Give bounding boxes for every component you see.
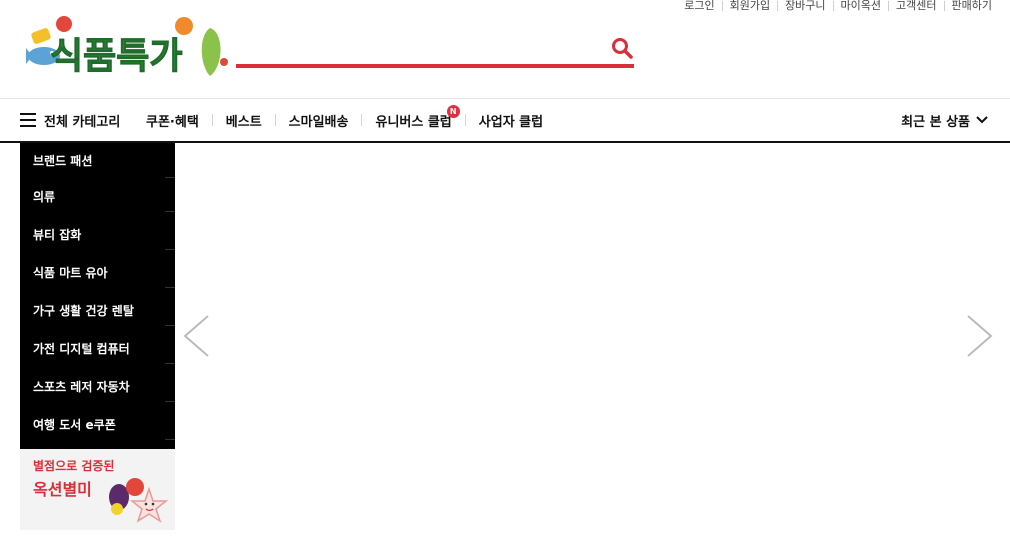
login-link[interactable]: 로그인 — [684, 0, 714, 12]
nav-business-club[interactable]: 사업자 클럽 — [479, 111, 543, 130]
carousel-prev-button[interactable] — [182, 315, 210, 361]
main-nav: 전체 카테고리 쿠폰·혜택 베스트 스마일배송 유니버스 클럽 N 사업자 클럽… — [0, 99, 1010, 143]
recently-viewed-label: 최근 본 상품 — [901, 114, 970, 130]
search-button[interactable] — [610, 36, 634, 60]
sell-link[interactable]: 판매하기 — [952, 0, 992, 12]
logo-text: 식품특가 — [50, 36, 182, 77]
carousel-next-button[interactable] — [966, 315, 994, 361]
divider — [777, 1, 779, 11]
category-item-travel-books[interactable]: 여행 도서 e쿠폰 — [20, 405, 175, 443]
search-bar — [236, 30, 634, 68]
all-categories-label: 전체 카테고리 — [44, 114, 121, 130]
divider — [464, 114, 466, 126]
divider — [721, 1, 723, 11]
chevron-down-icon — [976, 116, 988, 124]
search-input[interactable] — [236, 34, 600, 62]
nav-menu: 쿠폰·혜택 베스트 스마일배송 유니버스 클럽 N 사업자 클럽 — [146, 104, 543, 131]
site-logo[interactable]: 식품특가 — [24, 16, 230, 82]
my-auction-link[interactable]: 마이옥션 — [841, 0, 881, 12]
category-item-clothing[interactable]: 의류 — [20, 177, 175, 215]
signup-link[interactable]: 회원가입 — [730, 0, 770, 12]
all-categories-button[interactable]: 전체 카테고리 — [20, 109, 120, 131]
customer-center-link[interactable]: 고객센터 — [896, 0, 936, 12]
category-item-food-mart[interactable]: 식품 마트 유아 — [20, 253, 175, 291]
nav-universe-club[interactable]: 유니버스 클럽 N — [375, 104, 460, 130]
divider — [943, 1, 945, 11]
nav-universe-club-label: 유니버스 클럽 — [375, 114, 452, 130]
category-item-sports[interactable]: 스포츠 레저 자동차 — [20, 367, 175, 405]
banner-line-2: 옥션별미 — [33, 480, 92, 499]
star-mascot-icon — [109, 478, 169, 523]
new-badge: N — [446, 104, 460, 118]
hamburger-icon — [20, 113, 36, 127]
category-item-furniture-living[interactable]: 가구 생활 건강 렌탈 — [20, 291, 175, 329]
nav-smile-delivery[interactable]: 스마일배송 — [289, 111, 349, 130]
divider — [211, 114, 213, 126]
banner-line-1: 별점으로 검증된 — [33, 459, 115, 473]
logo-graphic: 식품특가 — [26, 16, 228, 78]
category-item-electronics[interactable]: 가전 디지털 컴퓨터 — [20, 329, 175, 367]
divider — [832, 1, 834, 11]
divider — [888, 1, 890, 11]
utility-bar: 로그인 회원가입 장바구니 마이옥션 고객센터 판매하기 — [684, 0, 992, 12]
promo-banner[interactable]: 별점으로 검증된 옥션별미 — [20, 449, 175, 530]
recently-viewed-button[interactable]: 최근 본 상품 — [901, 109, 988, 131]
nav-coupon-benefits[interactable]: 쿠폰·혜택 — [146, 111, 199, 130]
category-menu: 브랜드 패션 의류 뷰티 잡화 식품 마트 유아 가구 생활 건강 렌탈 가전 … — [20, 143, 175, 449]
category-item-beauty[interactable]: 뷰티 잡화 — [20, 215, 175, 253]
chevron-right-icon — [967, 315, 993, 357]
divider — [274, 114, 276, 126]
divider — [361, 114, 363, 126]
search-icon — [612, 38, 633, 59]
cart-link[interactable]: 장바구니 — [785, 0, 825, 12]
nav-best[interactable]: 베스트 — [226, 111, 262, 130]
chevron-left-icon — [183, 315, 209, 357]
category-item-brand-fashion[interactable]: 브랜드 패션 — [20, 143, 175, 178]
